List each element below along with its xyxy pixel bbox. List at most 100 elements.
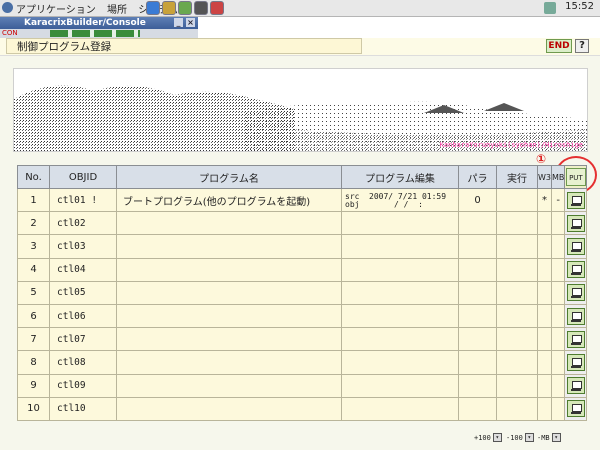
- end-button[interactable]: END: [546, 39, 572, 53]
- row-objid[interactable]: ctl06: [49, 303, 117, 329]
- row-objid[interactable]: ctl05: [49, 280, 117, 305]
- row-put-icon[interactable]: [566, 330, 585, 348]
- row-mb[interactable]: [550, 234, 566, 259]
- row-program-name[interactable]: [116, 396, 342, 421]
- row-mb[interactable]: [550, 211, 566, 236]
- footer-mb-arrow-icon[interactable]: ▾: [551, 433, 561, 442]
- row-mb[interactable]: -: [550, 187, 566, 213]
- row-mb[interactable]: [550, 303, 566, 329]
- row-edit-cell[interactable]: [341, 303, 459, 329]
- row-program-name[interactable]: [116, 257, 342, 282]
- row-para[interactable]: [458, 350, 497, 375]
- row-put-icon[interactable]: [566, 261, 585, 279]
- footer-plus100-arrow-icon[interactable]: ▾: [492, 433, 502, 442]
- row-exec[interactable]: [496, 373, 538, 398]
- row-w3[interactable]: [537, 373, 552, 398]
- help-launcher-icon[interactable]: [210, 1, 224, 15]
- gnome-foot-icon[interactable]: [2, 2, 13, 13]
- row-exec[interactable]: [496, 350, 538, 375]
- row-para[interactable]: 0: [458, 187, 497, 213]
- row-program-name[interactable]: ブートプログラム(他のプログラムを起動): [116, 187, 342, 213]
- row-edit-cell[interactable]: [341, 211, 459, 236]
- row-objid[interactable]: ctl04: [49, 257, 117, 282]
- table-row[interactable]: 10 ctl10: [17, 396, 588, 421]
- row-w3[interactable]: [537, 234, 552, 259]
- row-put-icon[interactable]: [566, 214, 585, 232]
- row-objid[interactable]: ctl09: [49, 373, 117, 398]
- menu-places[interactable]: 場所: [107, 5, 127, 16]
- row-edit-cell[interactable]: [341, 257, 459, 282]
- row-exec[interactable]: [496, 211, 538, 236]
- row-put-icon[interactable]: [566, 284, 585, 302]
- row-edit-cell[interactable]: src obj 2007/ 7/21 01:59/ / :: [341, 187, 459, 213]
- row-para[interactable]: [458, 211, 497, 236]
- row-put-icon[interactable]: [566, 400, 585, 418]
- row-para[interactable]: [458, 396, 497, 421]
- table-row[interactable]: 6 ctl06: [17, 303, 588, 329]
- table-row[interactable]: 9 ctl09: [17, 373, 588, 398]
- row-para[interactable]: [458, 327, 497, 352]
- table-row[interactable]: 8 ctl08: [17, 350, 588, 375]
- window-titlebar[interactable]: KaracrixBuilder/Console _ ×: [0, 17, 198, 29]
- row-w3[interactable]: [537, 280, 552, 305]
- row-program-name[interactable]: [116, 211, 342, 236]
- row-put-icon[interactable]: [566, 237, 585, 255]
- close-icon[interactable]: ×: [186, 18, 195, 27]
- row-exec[interactable]: [496, 327, 538, 352]
- row-w3[interactable]: [537, 257, 552, 282]
- row-edit-cell[interactable]: [341, 280, 459, 305]
- row-edit-cell[interactable]: [341, 234, 459, 259]
- row-para[interactable]: [458, 257, 497, 282]
- console-tab[interactable]: CON: [2, 29, 18, 37]
- put-button[interactable]: PUT: [565, 168, 586, 186]
- row-program-name[interactable]: [116, 280, 342, 305]
- row-put-icon[interactable]: [566, 353, 585, 371]
- row-edit-cell[interactable]: [341, 327, 459, 352]
- row-mb[interactable]: [550, 396, 566, 421]
- row-objid[interactable]: ctl03: [49, 234, 117, 259]
- table-row[interactable]: 1 ctl01 ! ブートプログラム(他のプログラムを起動) src obj 2007/ …: [17, 187, 588, 213]
- row-program-name[interactable]: [116, 373, 342, 398]
- row-para[interactable]: [458, 234, 497, 259]
- terminal-launcher-icon[interactable]: [194, 1, 208, 15]
- row-mb[interactable]: [550, 280, 566, 305]
- row-edit-cell[interactable]: [341, 396, 459, 421]
- row-program-name[interactable]: [116, 234, 342, 259]
- table-row[interactable]: 7 ctl07: [17, 327, 588, 352]
- footer-minus100-arrow-icon[interactable]: ▾: [524, 433, 534, 442]
- row-program-name[interactable]: [116, 327, 342, 352]
- row-objid[interactable]: ctl01 !: [49, 187, 117, 213]
- row-program-name[interactable]: [116, 303, 342, 329]
- row-w3[interactable]: [537, 350, 552, 375]
- row-para[interactable]: [458, 303, 497, 329]
- row-para[interactable]: [458, 280, 497, 305]
- row-w3[interactable]: [537, 211, 552, 236]
- network-tray-icon[interactable]: [544, 2, 556, 14]
- row-mb[interactable]: [550, 327, 566, 352]
- row-edit-cell[interactable]: [341, 350, 459, 375]
- row-para[interactable]: [458, 373, 497, 398]
- row-edit-cell[interactable]: [341, 373, 459, 398]
- editor-launcher-icon[interactable]: [178, 1, 192, 15]
- row-objid[interactable]: ctl07: [49, 327, 117, 352]
- row-program-name[interactable]: [116, 350, 342, 375]
- table-row[interactable]: 4 ctl04: [17, 257, 588, 282]
- table-row[interactable]: 2 ctl02: [17, 211, 588, 236]
- browser-launcher-icon[interactable]: [146, 1, 160, 15]
- row-mb[interactable]: [550, 350, 566, 375]
- help-button[interactable]: ?: [575, 39, 589, 53]
- table-row[interactable]: 5 ctl05: [17, 280, 588, 305]
- toolbar-buttons[interactable]: [50, 30, 140, 37]
- row-exec[interactable]: [496, 187, 538, 213]
- row-put-icon[interactable]: [566, 191, 585, 209]
- minimize-icon[interactable]: _: [174, 18, 183, 27]
- row-objid[interactable]: ctl08: [49, 350, 117, 375]
- menu-applications[interactable]: アプリケーション: [16, 5, 96, 16]
- row-w3[interactable]: *: [537, 187, 552, 213]
- row-put-icon[interactable]: [566, 307, 585, 325]
- mail-launcher-icon[interactable]: [162, 1, 176, 15]
- row-mb[interactable]: [550, 373, 566, 398]
- row-objid[interactable]: ctl02: [49, 211, 117, 236]
- row-put-icon[interactable]: [566, 377, 585, 395]
- row-exec[interactable]: [496, 257, 538, 282]
